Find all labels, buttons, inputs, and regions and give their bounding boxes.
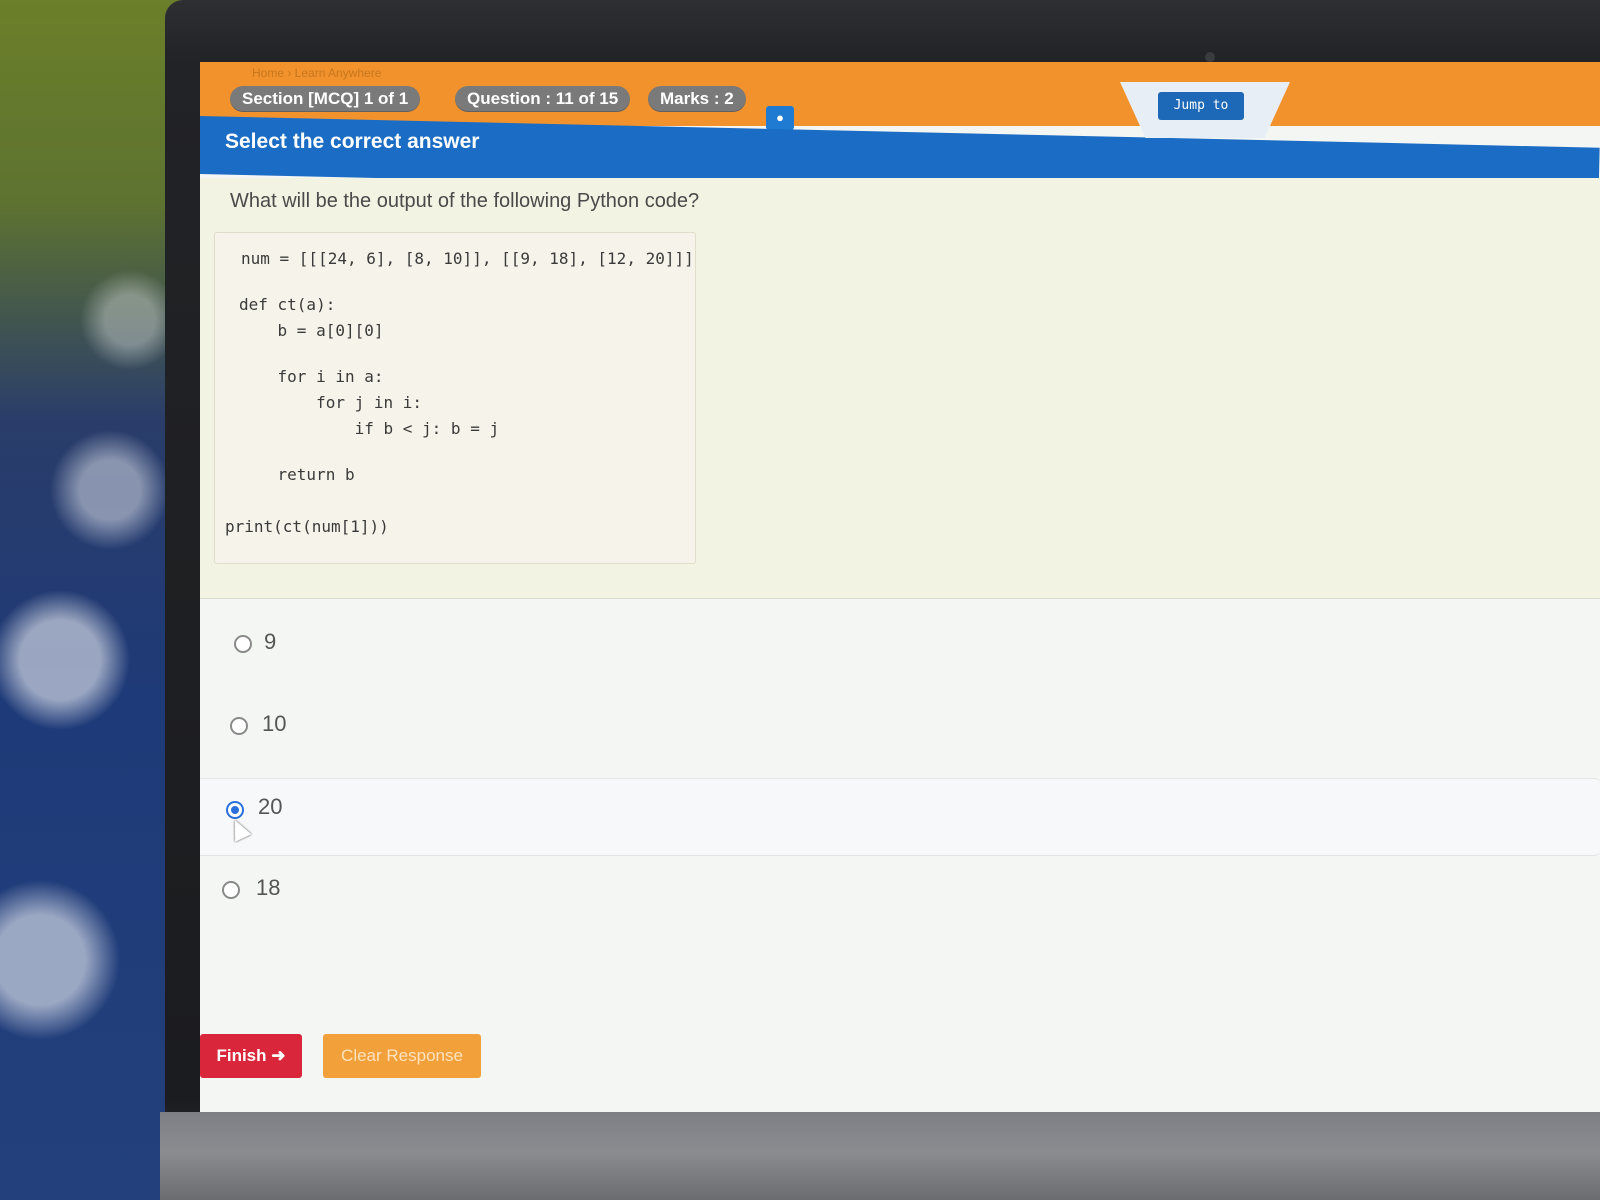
option-label: 18 — [256, 875, 281, 900]
marks-badge: Marks : 2 — [648, 86, 746, 112]
webcam — [1205, 52, 1215, 62]
laptop-bezel-bottom — [160, 1112, 1600, 1200]
chat-bubble-icon: ● — [776, 110, 784, 125]
option-label: 20 — [258, 794, 283, 819]
jump-to-button[interactable]: Jump to — [1158, 92, 1244, 120]
option-label: 9 — [264, 629, 277, 654]
code-line: print(ct(num[1])) — [225, 517, 389, 536]
radio-button[interactable] — [222, 881, 240, 899]
chat-button[interactable]: ● — [766, 106, 794, 130]
question-prompt: What will be the output of the following… — [230, 190, 700, 212]
breadcrumb[interactable]: Home › Learn Anywhere — [252, 66, 381, 80]
clear-response-button[interactable]: Clear Response — [323, 1034, 481, 1078]
code-line: def ct(a): — [239, 295, 336, 314]
question-counter: Question : 11 of 15 — [455, 86, 631, 112]
exam-screen: Home › Learn Anywhere Section [MCQ] 1 of… — [200, 62, 1600, 1112]
code-line: b = a[0][0] — [239, 321, 384, 340]
finish-button[interactable]: Finish ➜ — [200, 1034, 302, 1078]
code-line: for j in i: — [239, 393, 423, 412]
option-label: 10 — [262, 711, 287, 736]
option-9[interactable]: 9 — [220, 622, 1580, 662]
option-10[interactable]: 10 — [220, 704, 1580, 744]
sign-out-icon: ➜ — [271, 1046, 286, 1065]
code-line: num = [[[24, 6], [8, 10]], [[9, 18], [12… — [241, 249, 694, 268]
code-block: num = [[[24, 6], [8, 10]], [[9, 18], [12… — [214, 232, 696, 564]
mouse-cursor-icon — [226, 816, 252, 842]
finish-label: Finish — [216, 1046, 267, 1065]
section-badge: Section [MCQ] 1 of 1 — [230, 86, 421, 112]
option-20[interactable]: 20 — [200, 778, 1600, 856]
code-line: return b — [239, 465, 355, 484]
code-line: if b < j: b = j — [239, 419, 500, 438]
radio-button[interactable] — [234, 635, 252, 653]
instruction-title: Select the correct answer — [225, 130, 480, 153]
code-line: for i in a: — [239, 367, 384, 386]
option-18[interactable]: 18 — [220, 868, 1580, 908]
radio-button[interactable] — [230, 717, 248, 735]
